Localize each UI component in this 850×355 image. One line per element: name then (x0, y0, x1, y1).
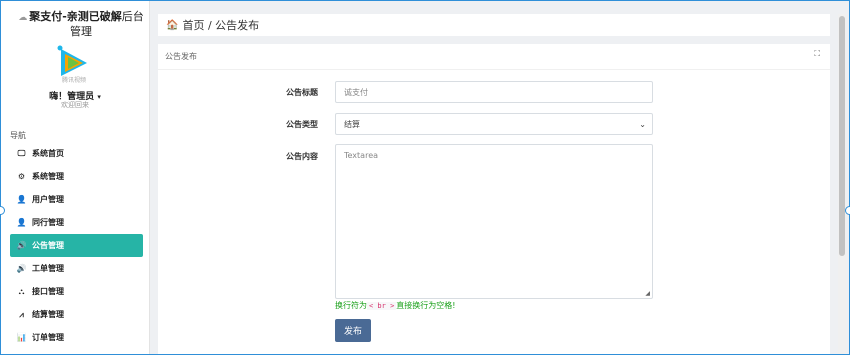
breadcrumb-home[interactable]: 首页 (182, 17, 204, 33)
sidebar-item-label: 同行管理 (32, 218, 64, 227)
sidebar-item-label: 系统管理 (32, 172, 64, 181)
panel-title: 公告发布 (158, 44, 830, 70)
brand-name: 聚支付-亲测已破解 (29, 10, 122, 23)
user-welcome: 欢迎回来 (61, 101, 89, 109)
resize-handle-right[interactable] (845, 206, 850, 215)
logo-text: 腾讯视频 (62, 76, 86, 84)
scrollbar[interactable] (838, 14, 846, 355)
content-label: 公告内容 (286, 152, 318, 161)
hint-suffix: 直接换行为空格! (396, 301, 456, 310)
sidebar-item-label: 用户管理 (32, 195, 64, 204)
hint-prefix: 换行符为 (335, 301, 367, 310)
line-break-hint: 换行符为 < br > 直接换行为空格! (335, 300, 456, 311)
resize-grip-icon[interactable]: ◢ (645, 290, 650, 297)
monitor-icon: 🖵 (17, 148, 26, 158)
sidebar-item[interactable]: 🖵 系统首页 (10, 142, 143, 165)
sidebar-item-label: 工单管理 (32, 264, 64, 273)
breadcrumb: 🏠 首页 / 公告发布 (158, 14, 830, 36)
bar-chart-icon: 📊 (16, 333, 27, 342)
sidebar-item-label: 接口管理 (32, 287, 64, 296)
cloud-icon: ☁ (18, 13, 28, 23)
speaker-icon: 🔊 (16, 241, 27, 250)
title-label: 公告标题 (286, 88, 318, 97)
type-label: 公告类型 (286, 120, 318, 129)
sidebar: ☁ 聚支付-亲测已破解后台管理 腾讯视频 嗨！管理员 ▾ 欢迎回来 导航 🖵 系统首… (0, 0, 150, 355)
sidebar-item[interactable]: 🔊 工单管理 (10, 257, 143, 280)
type-select-value: 结算 (344, 119, 360, 129)
line-chart-icon: ⩘ (19, 309, 24, 319)
sidebar-item-label: 结算管理 (32, 310, 64, 319)
sitemap-icon: ⛬ (18, 286, 25, 296)
gears-icon: ⚙ (17, 172, 26, 181)
chevron-down-icon: ⌄ (639, 119, 646, 129)
title-input[interactable]: 诚支付 (335, 81, 653, 103)
sidebar-item-label: 系统首页 (32, 149, 64, 158)
sidebar-item[interactable]: ⚙ 系统管理 (10, 165, 143, 188)
home-icon: 🏠 (166, 19, 179, 31)
sidebar-item[interactable]: 📊 订单管理 (10, 326, 143, 349)
scrollbar-thumb[interactable] (839, 16, 845, 256)
content-placeholder: Textarea (344, 151, 379, 160)
publish-button[interactable]: 发布 (335, 319, 371, 342)
announcement-panel: 公告发布 ⛶ 公告标题 诚支付 公告类型 结算 ⌄ 公告内容 Textarea … (158, 44, 830, 355)
sidebar-item[interactable]: ⛬ 接口管理 (10, 280, 143, 303)
type-select[interactable]: 结算 ⌄ (335, 113, 653, 135)
expand-icon[interactable]: ⛶ (814, 49, 820, 59)
breadcrumb-current: 公告发布 (215, 19, 260, 32)
video-logo-icon: 腾讯视频 (57, 45, 87, 84)
hint-code: < br > (367, 302, 397, 310)
content-textarea[interactable]: Textarea ◢ (335, 144, 653, 299)
speaker-icon: 🔊 (16, 264, 27, 273)
brand-title: ☁ 聚支付-亲测已破解后台管理 (14, 10, 148, 39)
user-icon: 👤 (16, 218, 27, 227)
sidebar-item[interactable]: 🔊 公告管理 (10, 234, 143, 257)
sidebar-item-label: 公告管理 (32, 241, 64, 250)
sidebar-item[interactable]: 👤 同行管理 (10, 211, 143, 234)
sidebar-item[interactable]: ⩘ 结算管理 (10, 303, 143, 326)
nav-list: 🖵 系统首页 ⚙ 系统管理 👤 用户管理 👤 同行管理 🔊 公告管理 🔊 工单管理 ⛬ 接口管理 ⩘ 结算管理… (10, 142, 143, 349)
sidebar-item-label: 订单管理 (32, 333, 64, 342)
nav-heading: 导航 (10, 131, 26, 140)
breadcrumb-separator: / (204, 18, 216, 32)
user-icon: 👤 (16, 195, 27, 204)
sidebar-item[interactable]: 👤 用户管理 (10, 188, 143, 211)
